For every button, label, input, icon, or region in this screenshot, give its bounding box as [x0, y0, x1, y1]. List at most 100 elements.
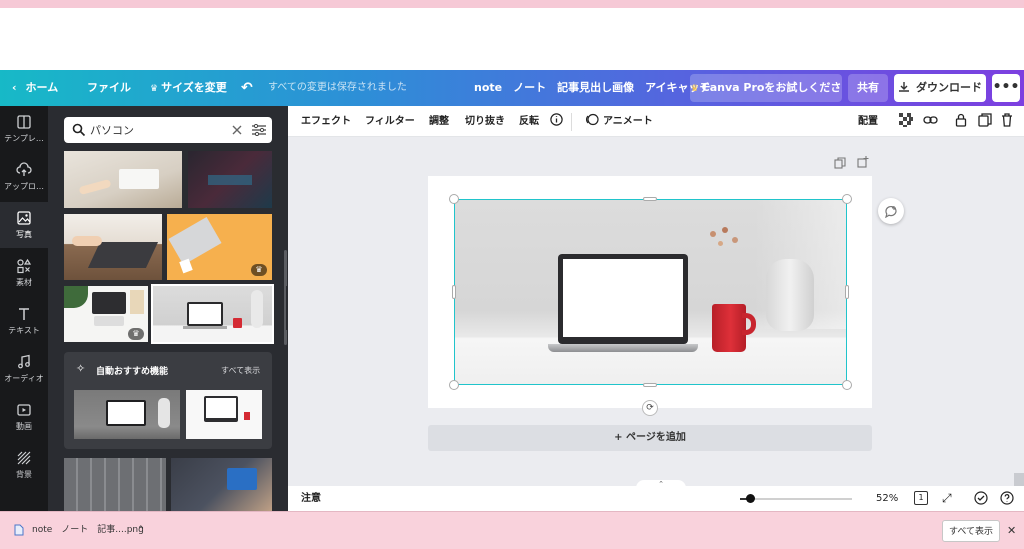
page-scrollbar[interactable] [1014, 473, 1024, 486]
hand-shape [78, 178, 112, 196]
comment-button[interactable] [878, 198, 904, 224]
notes-button[interactable]: 注意 [301, 486, 321, 511]
edge-handle[interactable] [643, 383, 657, 387]
clear-icon[interactable] [232, 125, 242, 135]
duplicate-icon[interactable] [978, 106, 992, 137]
recommended-photo[interactable] [186, 390, 262, 439]
photo-icon [17, 211, 31, 225]
nav-label: テキスト [8, 326, 40, 335]
photo-result[interactable] [64, 151, 182, 208]
premium-crown-icon: ♛ [128, 328, 144, 340]
rotate-handle[interactable]: ⟳ [642, 400, 658, 416]
nav-elements[interactable]: 素材 [0, 250, 48, 296]
animate-icon [586, 113, 599, 126]
photo-result[interactable] [171, 458, 272, 511]
nav-video[interactable]: 動画 [0, 394, 48, 440]
resize-handle[interactable] [842, 194, 852, 204]
nav-photos[interactable]: 写真 [0, 202, 48, 248]
check-icon[interactable] [974, 491, 988, 505]
link-icon[interactable] [923, 106, 938, 137]
photo-result[interactable] [64, 458, 166, 511]
home-button[interactable]: ‹ ホーム [12, 70, 58, 106]
download-item[interactable]: note ノート 記事....png [32, 512, 144, 549]
nav-label: アップロ… [4, 182, 44, 191]
vase-shape [158, 398, 170, 428]
delete-icon[interactable] [1001, 106, 1013, 137]
search-input[interactable] [90, 117, 220, 143]
resize-handle[interactable] [449, 194, 459, 204]
monitor-shape [204, 396, 238, 422]
edge-handle[interactable] [845, 285, 849, 299]
laptop-shape [119, 169, 159, 189]
upload-icon [16, 162, 32, 176]
nav-templates[interactable]: テンプレ… [0, 106, 48, 152]
resize-button[interactable]: ♛ サイズを変更 [150, 70, 227, 106]
zoom-slider[interactable] [740, 494, 852, 503]
download-button[interactable]: ダウンロード [894, 74, 986, 102]
save-status: すべての変更は保存されました [268, 82, 407, 93]
browser-top-strip [0, 0, 1024, 8]
help-icon[interactable] [1000, 491, 1014, 505]
transparency-icon[interactable] [899, 106, 913, 137]
recommended-photo[interactable] [74, 390, 180, 439]
adjust-button[interactable]: 調整 [429, 106, 449, 137]
mug-shape [233, 318, 242, 328]
leaf-shape [64, 286, 88, 308]
photo-result[interactable]: ♛ [167, 214, 272, 280]
search-box[interactable] [64, 117, 272, 143]
lock-icon[interactable] [955, 106, 967, 137]
add-page-button[interactable]: + ページを追加 [428, 425, 872, 451]
expand-pages-tab[interactable]: ⌃ [636, 480, 686, 488]
chevron-left-icon: ‹ [12, 81, 17, 94]
filter-icon[interactable] [252, 124, 266, 136]
effect-button[interactable]: エフェクト [301, 106, 351, 137]
editor-header: ‹ ホーム ファイル ♛ サイズを変更 ↶ すべての変更は保存されました note … [0, 70, 1024, 123]
edge-handle[interactable] [452, 285, 456, 299]
nav-background[interactable]: 背景 [0, 442, 48, 488]
copy-page-icon[interactable] [834, 157, 846, 169]
file-icon [14, 524, 24, 536]
try-pro-button[interactable]: ♛Canva Proをお試しください [690, 74, 842, 123]
nav-label: 素材 [16, 278, 32, 287]
nav-text[interactable]: テキスト [0, 298, 48, 344]
share-button[interactable]: 共有 [848, 74, 888, 102]
photo-result[interactable]: ♛ [64, 286, 148, 342]
add-page-icon[interactable] [857, 156, 869, 168]
page-number: 1 [918, 493, 924, 502]
fullscreen-icon[interactable]: ⤢ [942, 486, 952, 511]
photo-result-selected[interactable] [151, 284, 274, 344]
nav-uploads[interactable]: アップロ… [0, 154, 48, 200]
video-icon [17, 404, 31, 416]
animate-button[interactable]: アニメート [585, 106, 653, 137]
resize-handle[interactable] [842, 380, 852, 390]
hand-shape [72, 236, 102, 246]
crop-button[interactable]: 切り抜き [465, 106, 505, 137]
photo-result[interactable] [64, 214, 162, 280]
flip-button[interactable]: 反転 [519, 106, 539, 137]
zoom-level[interactable]: 52% [876, 486, 898, 511]
arrange-button[interactable]: 配置 [858, 106, 878, 137]
page-count-button[interactable]: 1 [914, 491, 928, 505]
info-icon[interactable] [550, 106, 563, 137]
text-icon [19, 308, 29, 320]
close-icon[interactable]: ✕ [1007, 512, 1016, 549]
resize-handle[interactable] [449, 380, 459, 390]
chevron-up-icon[interactable]: ⌃ [137, 512, 145, 549]
document-title[interactable]: note ノート 記事見出し画像 アイキャッチ [474, 70, 711, 106]
laptop-shape [168, 217, 222, 265]
file-menu[interactable]: ファイル [87, 70, 131, 106]
nav-audio[interactable]: オーディオ [0, 346, 48, 392]
canvas-workspace: ⟳ + ページを追加 [288, 137, 1024, 486]
zoom-slider-thumb[interactable] [746, 494, 755, 503]
photo-result[interactable] [188, 151, 272, 208]
design-page[interactable] [428, 176, 872, 408]
undo-icon[interactable]: ↶ [241, 70, 253, 106]
more-options-button[interactable]: ••• [992, 74, 1020, 102]
side-navigation: テンプレ… アップロ… 写真 素材 テキスト オーディオ 動画 背景 [0, 106, 48, 511]
keyboard-shape [94, 316, 124, 326]
laptop-shape [106, 400, 146, 426]
filter-button[interactable]: フィルター [365, 106, 415, 137]
show-all-downloads-button[interactable]: すべて表示 [942, 520, 1000, 542]
show-all-link[interactable]: すべて表示 [221, 365, 260, 376]
edge-handle[interactable] [643, 197, 657, 201]
